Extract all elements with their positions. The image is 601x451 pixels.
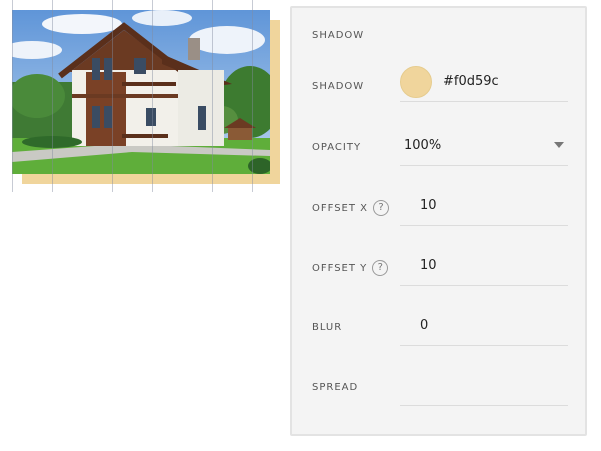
offset-y-row: OFFSET Y ? 10 <box>312 250 568 290</box>
grid-guide-line <box>12 0 13 192</box>
spread-row: SPREAD <box>312 370 568 410</box>
shadow-label: SHADOW <box>312 81 365 92</box>
shadow-color-value[interactable]: #f0d59c <box>443 74 499 89</box>
help-icon[interactable]: ? <box>373 200 390 216</box>
opacity-label: OPACITY <box>312 142 362 153</box>
opacity-select[interactable]: 100% <box>400 130 568 166</box>
grid-guide-line <box>152 0 153 192</box>
spread-label: SPREAD <box>312 382 359 393</box>
help-icon[interactable]: ? <box>372 260 389 276</box>
grid-guide-line <box>112 0 113 192</box>
chevron-down-icon[interactable] <box>554 142 564 148</box>
opacity-row: OPACITY 100% <box>312 130 568 170</box>
offset-x-value[interactable]: 10 <box>420 198 437 213</box>
blur-input[interactable]: 0 <box>400 310 568 346</box>
offset-y-value[interactable]: 10 <box>420 258 437 273</box>
opacity-value[interactable]: 100% <box>404 138 441 153</box>
offset-y-label: OFFSET Y ? <box>312 260 389 276</box>
grid-guide-line <box>252 0 253 192</box>
offset-x-input[interactable]: 10 <box>400 190 568 226</box>
house-image[interactable] <box>12 10 270 174</box>
shadow-color-field[interactable]: #f0d59c <box>400 66 568 102</box>
blur-label: BLUR <box>312 322 343 333</box>
shadow-settings-panel: SHADOW SHADOW #f0d59c OPACITY 100% OFFSE… <box>290 6 587 436</box>
section-title: SHADOW <box>312 30 365 41</box>
blur-value[interactable]: 0 <box>420 318 428 333</box>
shadow-color-row: SHADOW #f0d59c <box>312 66 568 106</box>
blur-row: BLUR 0 <box>312 310 568 350</box>
grid-guide-line <box>52 0 53 192</box>
offset-x-label: OFFSET X ? <box>312 200 390 216</box>
offset-x-row: OFFSET X ? 10 <box>312 190 568 230</box>
canvas-preview <box>0 0 285 200</box>
grid-guide-line <box>212 0 213 192</box>
color-swatch[interactable] <box>400 66 432 98</box>
spread-input[interactable] <box>400 370 568 406</box>
offset-y-input[interactable]: 10 <box>400 250 568 286</box>
